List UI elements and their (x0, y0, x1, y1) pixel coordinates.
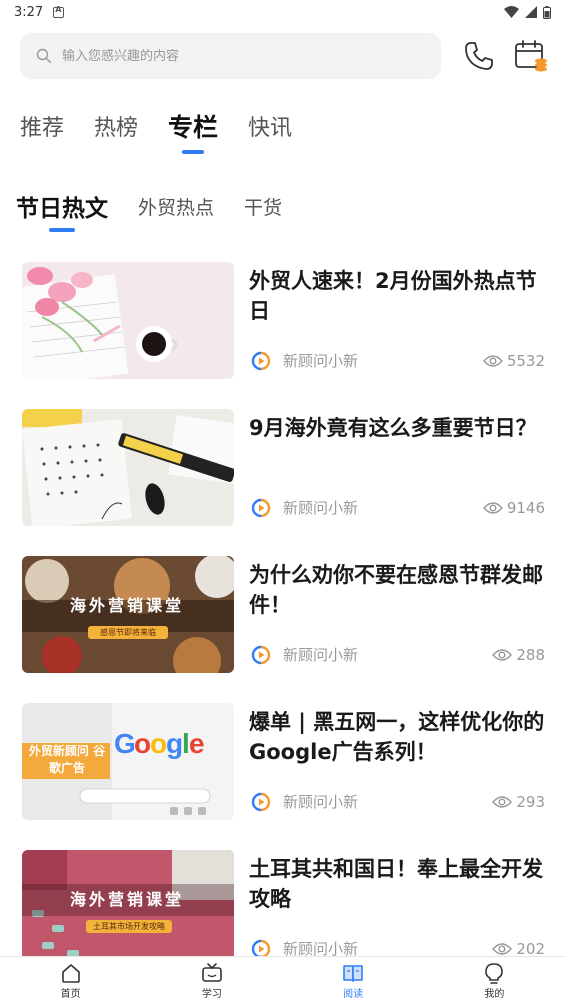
article-meta: 新顾问小新 9146 (251, 497, 545, 518)
article-item[interactable]: 9月海外竟有这么多重要节日？ 新顾问小新 9146 (22, 409, 547, 556)
sub-tabs: 节日热文 外贸热点 干货 (16, 186, 282, 232)
svg-text:G: G (114, 728, 136, 759)
view-count-value: 5532 (506, 351, 545, 370)
view-count-value: 9146 (506, 498, 545, 517)
article-thumbnail: 海外营销课堂 感恩节即将来临 (22, 556, 234, 673)
author-logo-icon (251, 792, 271, 811)
article-meta: 新顾问小新 202 (251, 938, 545, 956)
author-logo-icon (251, 645, 271, 664)
article-item[interactable]: G o o g l e 外贸新顾问 谷歌广告 爆单 | 黑五网一，这样优化你的G… (22, 703, 547, 850)
subtab-trade-hotspots[interactable]: 外贸热点 (138, 186, 214, 226)
article-thumbnail: G o o g l e 外贸新顾问 谷歌广告 (22, 703, 234, 820)
author-name: 新顾问小新 (283, 940, 359, 956)
author-name: 新顾问小新 (283, 352, 359, 370)
article-list: 外贸人速来！2月份国外热点节日 新顾问小新 5532 9月海外竟有这么多重要节日… (22, 262, 547, 956)
author-name: 新顾问小新 (283, 793, 359, 811)
thumbnail-caption: 海外营销课堂 (70, 596, 185, 615)
article-thumbnail (22, 409, 234, 526)
eye-icon (482, 354, 503, 367)
book-icon (343, 964, 363, 982)
nav-read[interactable]: 阅读 (283, 957, 424, 1004)
status-indicators (504, 5, 551, 19)
svg-text:o: o (134, 728, 151, 759)
subtab-practical-tips[interactable]: 干货 (244, 186, 282, 226)
tab-news-flash[interactable]: 快讯 (248, 104, 292, 148)
eye-icon (492, 648, 513, 661)
nav-label: 阅读 (343, 988, 364, 1000)
bottom-nav: 首页 学习 阅读 我的 (0, 956, 565, 1004)
notification-icon (53, 5, 65, 18)
tab-hot-list[interactable]: 热榜 (94, 104, 138, 148)
top-tabs: 推荐 热榜 专栏 快讯 (20, 104, 292, 154)
status-bar: 3:27 (0, 0, 565, 24)
tab-recommend[interactable]: 推荐 (20, 104, 64, 148)
status-time: 3:27 (14, 4, 44, 20)
calendar-button[interactable] (513, 38, 549, 74)
article-meta: 新顾问小新 293 (251, 791, 545, 812)
search-icon (36, 48, 52, 64)
author-logo-icon (251, 351, 271, 370)
thumbnail-badge: 土耳其市场开发攻略 (93, 922, 165, 931)
nav-me[interactable]: 我的 (424, 957, 565, 1004)
view-count-value: 293 (516, 792, 545, 811)
article-thumbnail (22, 262, 234, 379)
view-count: 293 (492, 793, 545, 811)
wifi-icon (504, 6, 519, 18)
thumbnail-caption: 海外营销课堂 (70, 890, 185, 909)
view-count-value: 202 (516, 939, 545, 957)
svg-text:e: e (189, 728, 205, 759)
author-name: 新顾问小新 (283, 499, 359, 517)
article-title: 土耳其共和国日！奉上最全开发攻略 (249, 857, 543, 911)
search-input[interactable] (62, 48, 402, 64)
article-meta: 新顾问小新 5532 (251, 350, 545, 371)
tab-column[interactable]: 专栏 (168, 104, 218, 154)
article-title: 外贸人速来！2月份国外热点节日 (249, 269, 537, 323)
subtab-holiday-articles[interactable]: 节日热文 (16, 186, 108, 232)
view-count: 5532 (482, 351, 545, 370)
view-count: 9146 (482, 498, 545, 517)
nav-study[interactable]: 学习 (141, 957, 282, 1004)
article-item[interactable]: 海外营销课堂 感恩节即将来临 为什么劝你不要在感恩节群发邮件！ 新顾问小新 28… (22, 556, 547, 703)
author-logo-icon (251, 498, 271, 517)
view-count: 288 (492, 646, 545, 664)
phone-button[interactable] (461, 38, 497, 74)
tv-icon (202, 962, 222, 982)
lightbulb-icon (485, 962, 504, 984)
article-item[interactable]: 外贸人速来！2月份国外热点节日 新顾问小新 5532 (22, 262, 547, 409)
signal-icon (525, 6, 537, 18)
article-item[interactable]: 海外营销课堂 土耳其市场开发攻略 土耳其共和国日！奉上最全开发攻略 新顾问小新 … (22, 850, 547, 956)
thumbnail-caption: 外贸新顾问 谷歌广告 (28, 744, 106, 775)
article-title: 爆单 | 黑五网一，这样优化你的Google广告系列！ (249, 710, 545, 764)
article-meta: 新顾问小新 288 (251, 644, 545, 665)
search-header (20, 33, 551, 79)
search-bar[interactable] (20, 33, 441, 79)
svg-text:o: o (150, 728, 167, 759)
phone-icon (465, 42, 493, 70)
view-count-value: 288 (516, 645, 545, 664)
home-icon (61, 963, 80, 983)
nav-label: 学习 (201, 988, 222, 1000)
eye-icon (492, 942, 513, 955)
author-logo-icon (251, 939, 271, 956)
svg-text:g: g (166, 728, 183, 759)
article-thumbnail: 海外营销课堂 土耳其市场开发攻略 (22, 850, 234, 956)
nav-label: 我的 (484, 988, 505, 1000)
eye-icon (482, 501, 503, 514)
thumbnail-badge: 感恩节即将来临 (100, 628, 156, 637)
calendar-coins-icon (515, 40, 547, 72)
article-title: 9月海外竟有这么多重要节日？ (249, 416, 537, 440)
battery-icon (543, 5, 551, 19)
view-count: 202 (492, 939, 545, 957)
eye-icon (492, 795, 513, 808)
nav-label: 首页 (60, 988, 81, 1000)
nav-home[interactable]: 首页 (0, 957, 141, 1004)
article-title: 为什么劝你不要在感恩节群发邮件！ (249, 563, 543, 617)
author-name: 新顾问小新 (283, 646, 359, 664)
